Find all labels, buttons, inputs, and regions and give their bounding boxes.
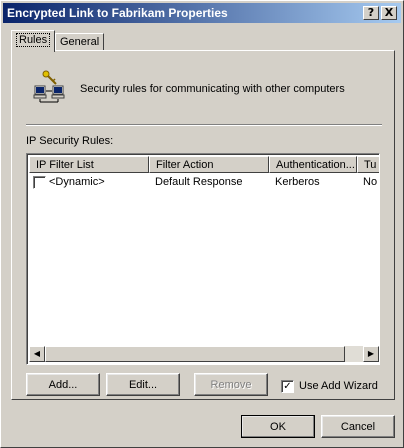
separator: [26, 124, 382, 126]
tab-general-label: General: [60, 36, 100, 48]
title-bar[interactable]: Encrypted Link to Fabrikam Properties ? …: [3, 3, 401, 23]
scroll-right-icon[interactable]: ▶: [363, 346, 379, 362]
properties-dialog: Encrypted Link to Fabrikam Properties ? …: [0, 0, 404, 448]
tab-rules-label: Rules: [16, 33, 51, 47]
column-header-ip-filter-list[interactable]: IP Filter List: [29, 156, 149, 173]
use-add-wizard-label: Use Add Wizard: [299, 380, 378, 392]
scroll-left-icon[interactable]: ◀: [29, 346, 45, 362]
edit-button[interactable]: Edit...: [106, 373, 180, 396]
column-header-authentication[interactable]: Authentication...: [269, 156, 357, 173]
column-header-tunnel[interactable]: Tu: [357, 156, 379, 173]
add-button[interactable]: Add...: [26, 373, 100, 396]
close-button[interactable]: X: [381, 6, 397, 20]
cell-filter-action: Default Response: [155, 176, 243, 188]
rules-list[interactable]: IP Filter List Filter Action Authenticat…: [26, 153, 380, 365]
cell-tunnel: No: [363, 176, 378, 188]
network-computers-key-icon: [33, 70, 65, 103]
cell-authentication: Kerberos: [275, 176, 320, 188]
ok-button[interactable]: OK: [241, 415, 315, 438]
use-add-wizard-checkbox[interactable]: ✓: [281, 380, 294, 393]
rules-list-label: IP Security Rules:: [26, 135, 114, 147]
cell-ip-filter-list: <Dynamic>: [49, 176, 105, 188]
table-row[interactable]: <Dynamic> Default Response Kerberos No: [29, 174, 379, 191]
header-description: Security rules for communicating with ot…: [80, 83, 345, 95]
tab-general[interactable]: General: [55, 33, 105, 51]
remove-button[interactable]: Remove: [194, 373, 268, 396]
tab-rules[interactable]: Rules: [11, 30, 56, 52]
window-title: Encrypted Link to Fabrikam Properties: [7, 6, 228, 20]
horizontal-scrollbar[interactable]: ◀ ▶: [29, 346, 379, 362]
cancel-button[interactable]: Cancel: [321, 415, 395, 438]
rules-panel: Security rules for communicating with ot…: [11, 50, 395, 400]
help-button[interactable]: ?: [363, 6, 379, 20]
rule-checkbox[interactable]: [33, 176, 46, 189]
column-header-filter-action[interactable]: Filter Action: [149, 156, 269, 173]
scroll-thumb[interactable]: [45, 346, 345, 362]
